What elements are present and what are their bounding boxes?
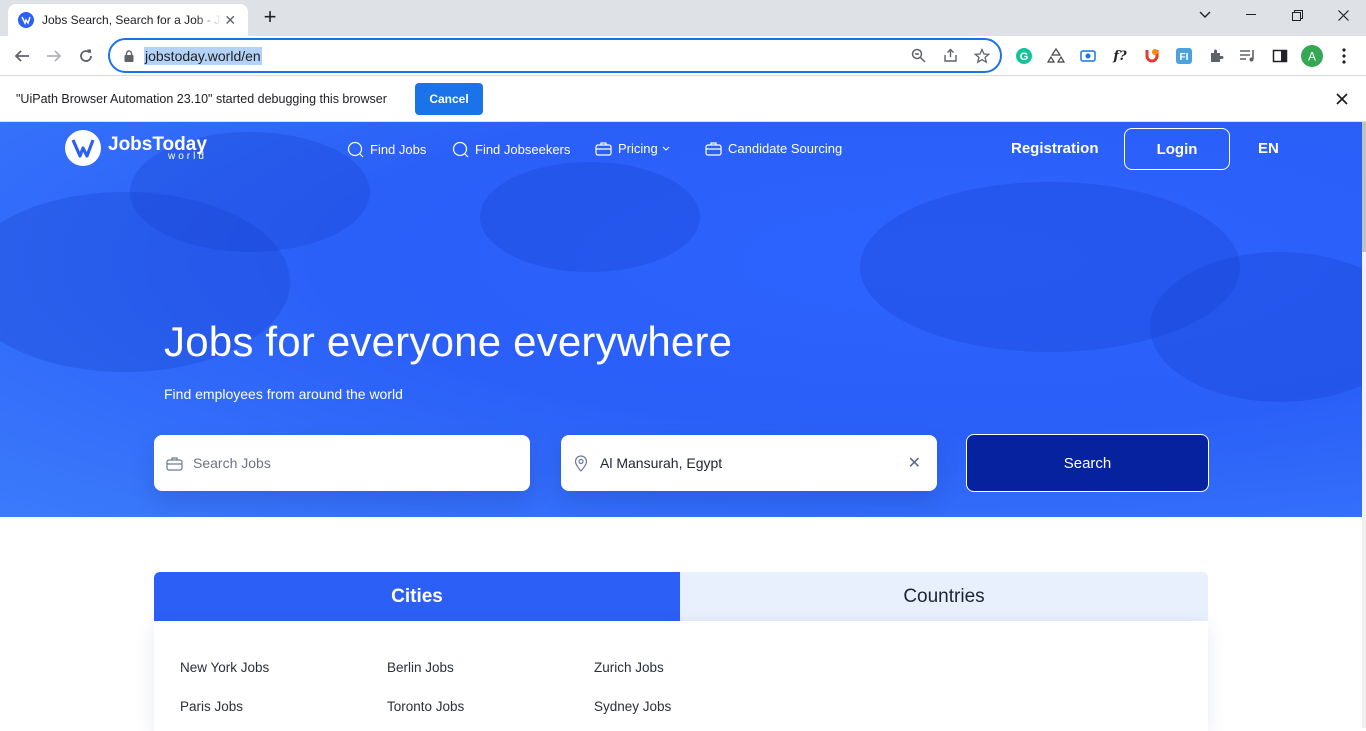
clear-location-icon[interactable]: ✕ bbox=[908, 453, 921, 473]
briefcase-icon bbox=[705, 141, 722, 156]
scrollbar-thumb[interactable] bbox=[1362, 122, 1366, 252]
nav-pricing-label: Pricing bbox=[618, 141, 658, 156]
reload-icon[interactable] bbox=[72, 42, 100, 70]
close-window-icon[interactable] bbox=[1320, 0, 1366, 30]
debugging-infobar: "UiPath Browser Automation 23.10" starte… bbox=[0, 77, 1366, 122]
city-link[interactable]: Toronto Jobs bbox=[387, 699, 464, 714]
briefcase-icon bbox=[164, 456, 184, 471]
location-tabs: Cities Countries bbox=[154, 572, 1208, 621]
nav-find-jobs[interactable]: Find Jobs bbox=[347, 141, 426, 158]
tab-close-icon[interactable]: ✕ bbox=[222, 12, 238, 29]
share-icon[interactable] bbox=[938, 44, 962, 68]
location-field[interactable]: Al Mansurah, Egypt ✕ bbox=[561, 435, 937, 491]
cities-panel: New York Jobs Berlin Jobs Zurich Jobs Pa… bbox=[154, 621, 1208, 731]
chevron-down-icon bbox=[662, 146, 670, 151]
address-bar[interactable]: jobstoday.world/en bbox=[108, 38, 1002, 73]
site-logo[interactable]: JobsToday world bbox=[65, 130, 207, 166]
jobstoday-favicon-icon bbox=[18, 12, 34, 28]
side-panel-icon[interactable] bbox=[1268, 44, 1292, 68]
restore-icon[interactable] bbox=[1274, 0, 1320, 30]
recycle-icon[interactable] bbox=[1044, 44, 1068, 68]
magnet-extension-icon[interactable] bbox=[1140, 44, 1164, 68]
city-link[interactable]: Zurich Jobs bbox=[594, 660, 664, 675]
infobar-close-icon[interactable] bbox=[1333, 90, 1351, 108]
hero-headline: Jobs for everyone everywhere bbox=[164, 318, 733, 365]
translate-extension-icon[interactable]: FI bbox=[1172, 44, 1196, 68]
jobstoday-logo-icon bbox=[65, 130, 101, 166]
location-pin-icon bbox=[571, 454, 591, 472]
nav-find-jobs-label: Find Jobs bbox=[370, 142, 427, 157]
job-search-field[interactable]: Search Jobs bbox=[154, 435, 530, 491]
city-link[interactable]: New York Jobs bbox=[180, 660, 269, 675]
media-control-icon[interactable] bbox=[1236, 44, 1260, 68]
tab-title: Jobs Search, Search for a Job - Jobs Tod… bbox=[42, 13, 222, 27]
profile-avatar[interactable]: A bbox=[1300, 44, 1324, 68]
nav-find-jobseekers[interactable]: Find Jobseekers bbox=[452, 141, 570, 158]
nav-find-jobseekers-label: Find Jobseekers bbox=[475, 142, 571, 157]
search-icon bbox=[452, 141, 469, 158]
briefcase-icon bbox=[595, 141, 612, 156]
hero-section: JobsToday world Find Jobs Find Jobseeker… bbox=[0, 122, 1362, 517]
puzzle-extensions-icon[interactable] bbox=[1204, 44, 1228, 68]
city-link[interactable]: Sydney Jobs bbox=[594, 699, 671, 714]
formula-extension-icon[interactable]: f? bbox=[1108, 44, 1132, 68]
browser-tab[interactable]: Jobs Search, Search for a Job - Jobs Tod… bbox=[8, 4, 248, 36]
tab-search-icon[interactable] bbox=[1182, 0, 1228, 30]
browser-tab-strip: Jobs Search, Search for a Job - Jobs Tod… bbox=[0, 0, 1366, 36]
zoom-icon[interactable] bbox=[906, 44, 930, 68]
registration-link[interactable]: Registration bbox=[1011, 140, 1099, 157]
city-link[interactable]: Paris Jobs bbox=[180, 699, 243, 714]
tab-cities[interactable]: Cities bbox=[154, 572, 680, 621]
browser-toolbar: jobstoday.world/en G f? FI A bbox=[0, 36, 1366, 76]
location-input[interactable]: Al Mansurah, Egypt bbox=[600, 455, 722, 471]
back-icon[interactable] bbox=[8, 42, 36, 70]
tab-countries[interactable]: Countries bbox=[680, 572, 1208, 621]
search-button[interactable]: Search bbox=[966, 434, 1209, 492]
nav-candidate-sourcing-label: Candidate Sourcing bbox=[728, 141, 843, 156]
screen-record-icon[interactable] bbox=[1076, 44, 1100, 68]
url-text[interactable]: jobstoday.world/en bbox=[144, 46, 262, 65]
bookmark-star-icon[interactable] bbox=[970, 44, 994, 68]
map-decoration bbox=[480, 162, 700, 272]
svg-text:G: G bbox=[1020, 51, 1029, 63]
hero-subline: Find employees from around the world bbox=[164, 386, 403, 402]
city-link[interactable]: Berlin Jobs bbox=[387, 660, 454, 675]
infobar-message: "UiPath Browser Automation 23.10" starte… bbox=[16, 92, 387, 106]
language-selector[interactable]: EN bbox=[1258, 140, 1279, 157]
forward-icon[interactable] bbox=[40, 42, 68, 70]
new-tab-button[interactable]: + bbox=[258, 6, 282, 30]
cancel-debugging-button[interactable]: Cancel bbox=[415, 83, 483, 115]
login-button[interactable]: Login bbox=[1124, 128, 1230, 170]
nav-candidate-sourcing[interactable]: Candidate Sourcing bbox=[705, 141, 842, 156]
svg-text:FI: FI bbox=[1180, 52, 1189, 63]
lock-icon[interactable] bbox=[122, 49, 136, 63]
search-icon bbox=[347, 141, 364, 158]
nav-pricing[interactable]: Pricing bbox=[595, 141, 670, 156]
profile-initial: A bbox=[1308, 50, 1316, 64]
chrome-menu-icon[interactable] bbox=[1332, 44, 1356, 68]
job-search-input[interactable]: Search Jobs bbox=[193, 455, 271, 471]
grammarly-icon[interactable]: G bbox=[1012, 44, 1036, 68]
minimize-icon[interactable] bbox=[1228, 0, 1274, 30]
